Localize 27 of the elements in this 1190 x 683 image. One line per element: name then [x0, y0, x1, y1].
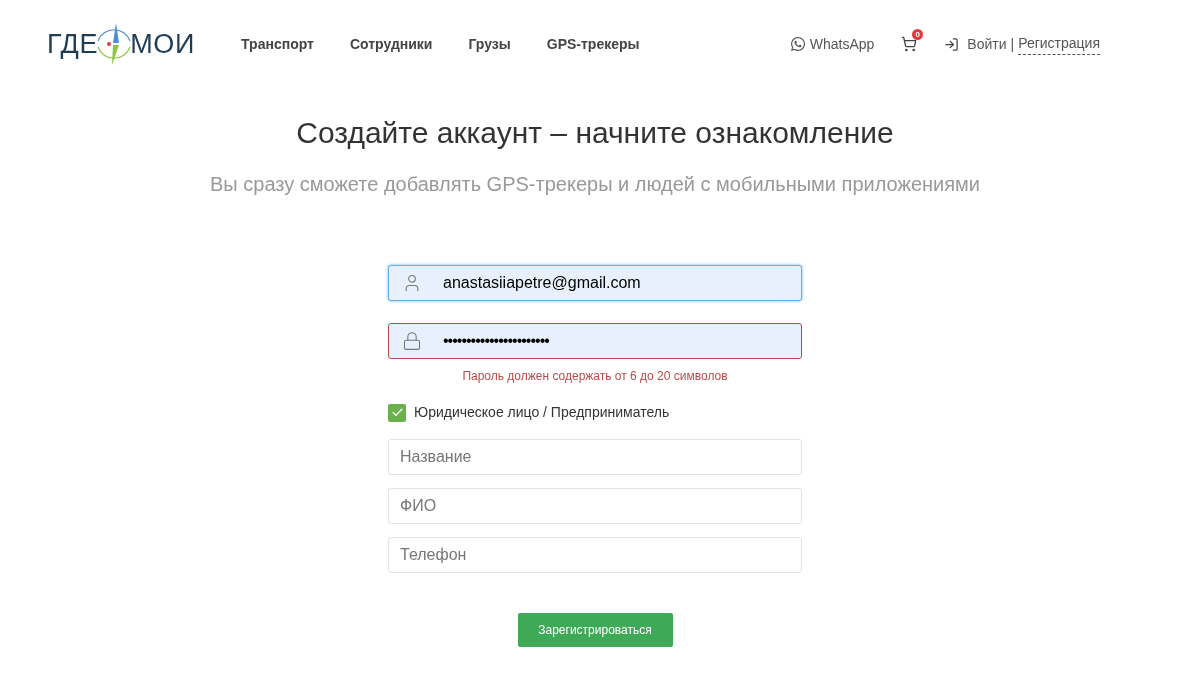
login-link[interactable]: Войти	[967, 33, 1007, 55]
login-icon	[944, 36, 960, 52]
separator: |	[1010, 34, 1015, 54]
checkbox-label: Юридическое лицо / Предприниматель	[414, 403, 670, 422]
checkbox[interactable]	[388, 403, 406, 422]
input-field[interactable]: ФИО	[388, 488, 802, 524]
input-field[interactable]: Название	[388, 439, 802, 475]
logo-text: ГДЕ	[47, 27, 99, 61]
cart-count: 0	[912, 29, 924, 40]
nav-link[interactable]: Сотрудники	[349, 34, 433, 55]
register-link[interactable]: Регистрация	[1018, 33, 1100, 55]
whatsapp-link[interactable]: WhatsApp	[789, 33, 875, 55]
input-field[interactable]: Телефон	[388, 537, 802, 573]
nav-link[interactable]: Транспорт	[241, 34, 314, 55]
error-message: Пароль должен содержать от 6 до 20 символов	[461, 368, 729, 385]
page-title: Создайте аккаунт – начните ознакомление	[295, 115, 895, 151]
logo-text: МОИ	[130, 27, 196, 61]
nav-link[interactable]: Грузы	[468, 34, 511, 55]
input-field[interactable]: anastasiiapetre@gmail.com	[388, 265, 802, 301]
input-field[interactable]: •••••••••••••••••••••••	[388, 323, 802, 359]
nav-link[interactable]: GPS-трекеры	[546, 34, 640, 55]
whatsapp-icon	[789, 36, 806, 52]
logo[interactable]: ГДЕ МОИ	[47, 19, 196, 69]
lock-icon	[402, 331, 422, 351]
page-subtitle: Вы сразу сможете добавлять GPS-трекеры и людей с мобильными приложениями	[209, 172, 981, 197]
check-icon	[390, 406, 404, 419]
cart-icon[interactable]	[901, 36, 918, 52]
